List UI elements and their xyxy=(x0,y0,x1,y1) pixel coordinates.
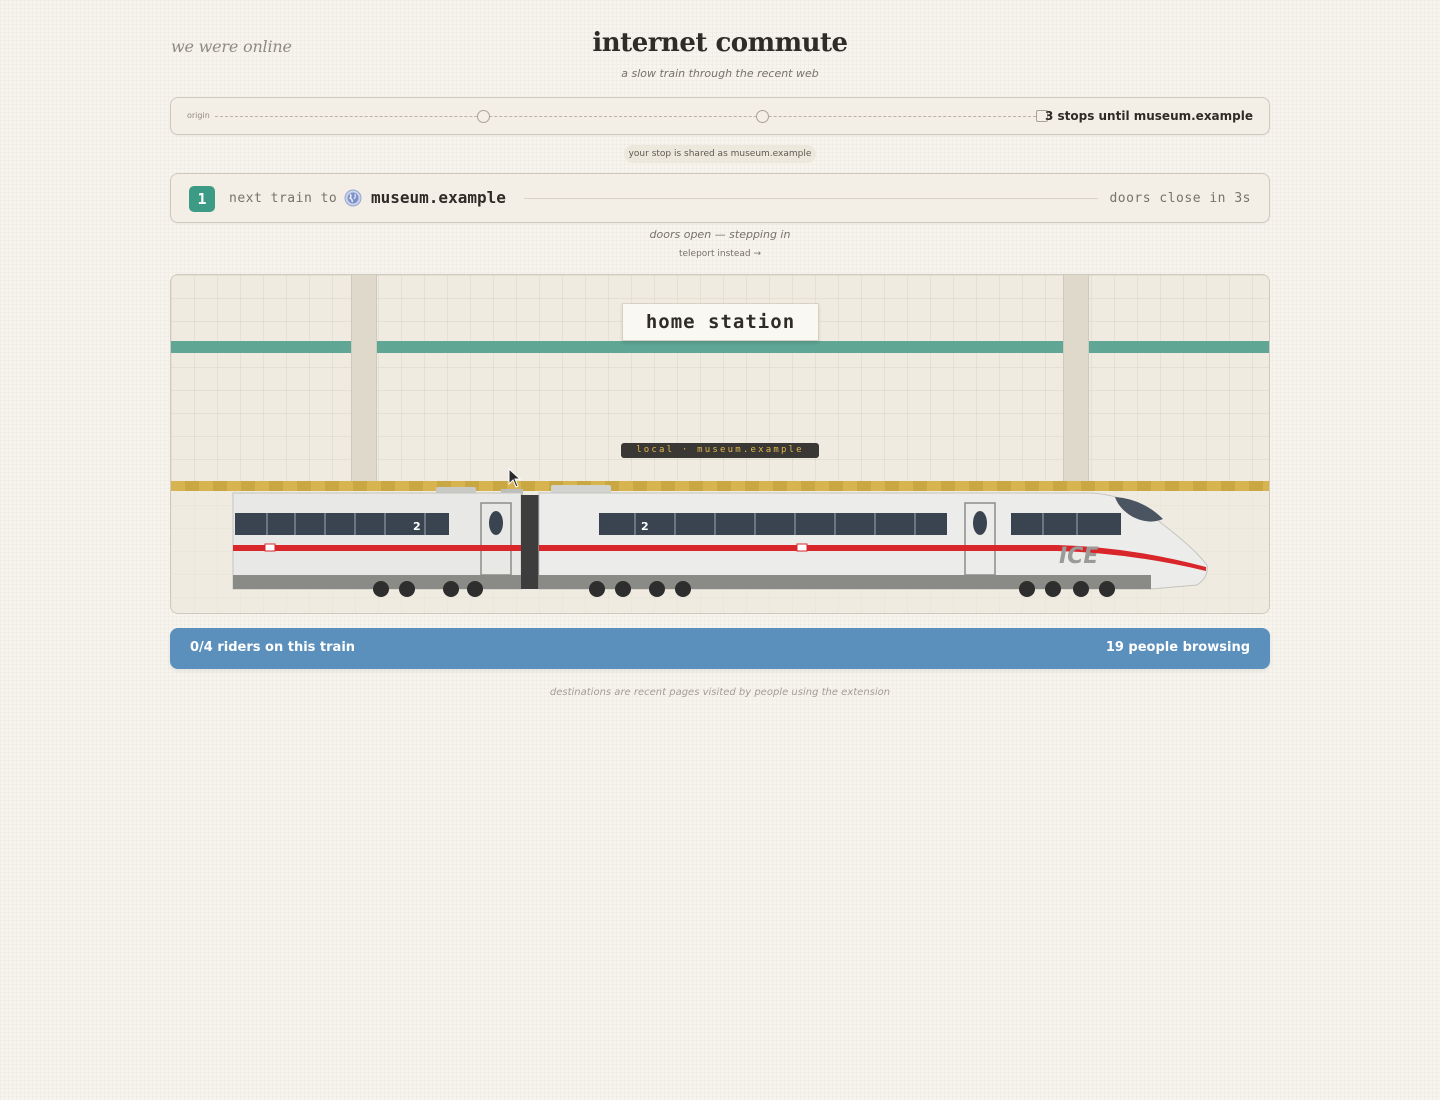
route-progress-bar: origin 3 stops until museum.example xyxy=(170,97,1270,135)
station-name-sign: home station xyxy=(622,303,819,341)
page-title: internet commute xyxy=(592,28,848,58)
wall-stripe xyxy=(171,341,1269,353)
train-number-badge: 1 xyxy=(189,186,215,212)
footer-note: destinations are recent pages visited by… xyxy=(549,687,891,698)
car-class-label: 2 xyxy=(413,520,421,533)
page-subtitle: a slow train through the recent web xyxy=(621,67,819,80)
stops-remaining-label: 3 stops until museum.example xyxy=(1044,109,1253,123)
browsing-count: 19 people browsing xyxy=(1105,640,1250,655)
next-train-lead: next train to xyxy=(229,191,338,206)
station-scene: home station local · museum.example 2 2 … xyxy=(170,274,1270,614)
destination-name[interactable]: museum.example xyxy=(371,188,506,207)
car-class-label: 2 xyxy=(641,520,649,533)
teleport-link[interactable]: teleport instead → xyxy=(0,249,1440,259)
riders-count: 0/4 riders on this train xyxy=(190,640,356,655)
route-line xyxy=(215,116,1041,117)
route-origin-label: origin xyxy=(187,111,210,120)
globe-icon xyxy=(344,189,362,207)
doors-countdown: doors close in 3s xyxy=(1109,191,1251,206)
next-train-panel: 1 next train to museum.example doors clo… xyxy=(170,173,1270,223)
next-train-divider xyxy=(524,198,1098,199)
train-brand-logo: ICE xyxy=(1059,544,1098,569)
train-illustration[interactable]: 2 2 ICE xyxy=(231,485,1211,597)
route-destination-sign: local · museum.example xyxy=(621,443,819,458)
riders-status-bar: 0/4 riders on this train 19 people brows… xyxy=(170,628,1270,669)
share-notice-badge: your stop is shared as museum.example xyxy=(624,145,816,163)
station-pillar xyxy=(1063,275,1089,481)
route-stop-marker xyxy=(477,110,490,123)
cursor-pointer-icon xyxy=(508,468,522,488)
station-pillar xyxy=(351,275,377,481)
route-stop-marker xyxy=(756,110,769,123)
boarding-status: doors open — stepping in xyxy=(649,228,791,241)
